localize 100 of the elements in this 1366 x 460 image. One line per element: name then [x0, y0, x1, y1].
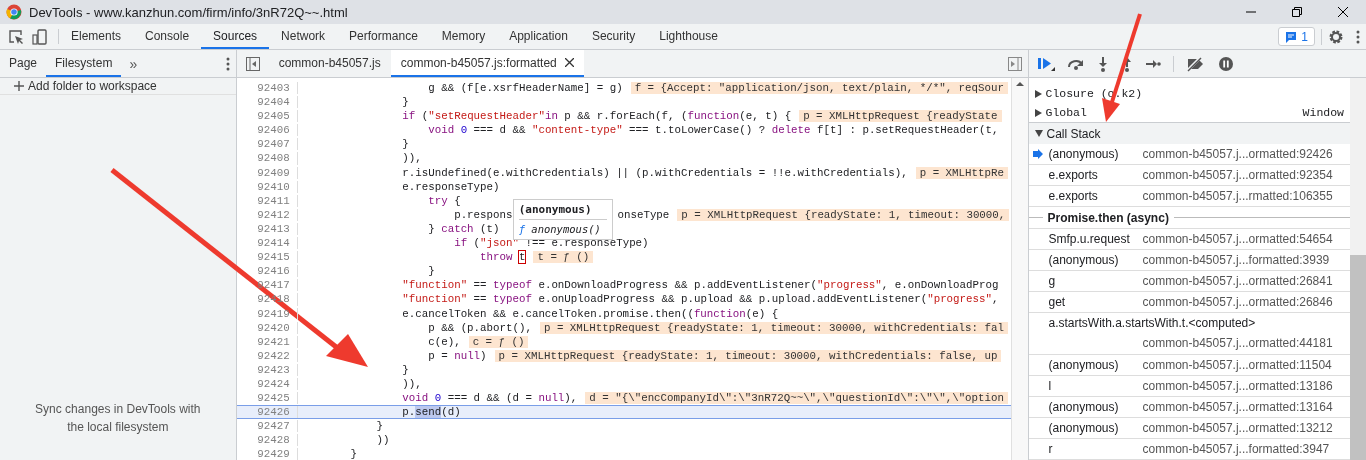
line-number: 92410 [236, 180, 298, 193]
line-number: 92406 [236, 124, 298, 137]
inspect-icon[interactable] [8, 28, 24, 45]
close-icon[interactable] [1338, 7, 1348, 17]
code-line: p.respons [453, 208, 513, 221]
line-number: 92421 [236, 335, 298, 348]
inline-value: c = ƒ () [468, 335, 529, 348]
scrollbar[interactable] [1010, 78, 1028, 460]
line-number: 92429 [236, 448, 298, 460]
line-number: 92412 [236, 208, 298, 221]
more-tabs-button[interactable]: » [121, 50, 146, 77]
line-number: 92420 [236, 321, 298, 334]
scope-value: Window [1302, 106, 1344, 119]
code-line: void 0 === d && "content-type" === t.toLowerCase() ? delete f[t] : p.setRequestHeader(t, [427, 124, 999, 137]
close-icon[interactable] [564, 58, 574, 67]
line-number: 92405 [236, 110, 298, 123]
device-toolbar-icon[interactable] [32, 28, 48, 45]
code-line: c(e), [427, 335, 461, 348]
line-number: 92404 [236, 96, 298, 109]
line-number: 92414 [236, 237, 298, 250]
code-line: p && (p.abort(), [427, 321, 532, 334]
window-title: DevTools - www.kanzhun.com/firm/info/3nR72Q~~.html [29, 4, 349, 20]
code-line: } [375, 420, 383, 433]
async-separator: Promise.then (async) [1047, 210, 1169, 225]
panel-tab[interactable]: Network [269, 24, 338, 49]
scope-name[interactable]: Global [1045, 106, 1299, 119]
tooltip-value: ƒ anonymous() [518, 222, 602, 237]
file-tab[interactable]: common-b45057.js:formatted [390, 50, 584, 77]
filesystem-hint: Sync changes in DevTools with the local filesystem [34, 401, 202, 436]
panel-tab[interactable]: Performance [337, 24, 430, 49]
inline-value: p = XMLHttpRequest {readyState: 1, timeout: 30000, withCredentials: false, up [494, 349, 1002, 362]
message-icon [1285, 30, 1298, 43]
scrollbar[interactable] [1350, 78, 1366, 460]
inline-value: f = {Accept: "application/json, text/plain, */*", reqSour [630, 82, 1008, 95]
line-number: 92428 [236, 434, 298, 447]
code-line: )), [401, 152, 422, 165]
deactivate-breakpoints-icon[interactable] [1185, 55, 1206, 72]
line-number: 92426 [236, 406, 298, 419]
code-line: )) [375, 434, 390, 447]
panel-tab[interactable]: Console [133, 24, 202, 49]
line-number: 92427 [236, 420, 298, 433]
panel-tab[interactable]: Security [579, 24, 648, 49]
inline-value: p = XMLHttpRequest {readyState [799, 110, 1002, 123]
line-number: 92419 [236, 307, 298, 320]
code-line: } [401, 138, 409, 151]
code-line: } [401, 363, 409, 376]
restore-icon[interactable] [1292, 7, 1302, 17]
navigator-tab[interactable]: Page [0, 50, 47, 77]
navigator-toggle-icon[interactable] [245, 56, 260, 71]
line-number: 92424 [236, 377, 298, 391]
panel-tab[interactable]: Application [497, 24, 580, 49]
code-line: r.isUndefined(e.withCredentials) || (p.withCredentials = !!e.withCredentials), [401, 166, 908, 179]
pause-on-exceptions-icon[interactable] [1217, 55, 1234, 72]
code-line: } [349, 448, 357, 460]
code-line: } [401, 96, 409, 109]
issues-badge[interactable]: 1 [1278, 27, 1315, 46]
line-number: 92425 [236, 392, 298, 405]
line-number: 92403 [236, 82, 298, 95]
inline-value: d = "{\"encCompanyId\":\"3nR72Q~~\",\"questionId\":\"\",\"option [585, 392, 1008, 405]
file-tab[interactable]: common-b45057.js [268, 50, 391, 77]
line-number: 92408 [236, 152, 298, 165]
line-number: 92416 [236, 265, 298, 278]
inline-value: p = XMLHttpRequest {readyState: 1, timeout: 30000, withCredentials: fal [539, 321, 1008, 334]
plus-icon [14, 81, 24, 91]
code-line: } [427, 265, 435, 278]
code-line: p.send(d) [401, 406, 461, 419]
expand-arrow-icon[interactable] [1034, 108, 1042, 117]
line-number: 92409 [236, 166, 298, 179]
code-line: throw t [479, 251, 526, 264]
tooltip-title: (anonymous) [518, 202, 607, 220]
expand-arrow-icon[interactable] [1034, 89, 1042, 98]
code-line: g && (f[e.xsrfHeaderName] = g) [427, 82, 623, 95]
debugger-toggle-icon[interactable] [1007, 56, 1022, 71]
code-line: } catch (t) [427, 222, 500, 236]
code-line: p = null) [427, 349, 487, 362]
line-number: 92423 [236, 363, 298, 376]
inline-value: t = ƒ () [533, 251, 594, 264]
panel-tab[interactable]: Lighthouse [647, 24, 730, 49]
line-number: 92407 [236, 138, 298, 151]
code-line: try { [427, 194, 461, 207]
line-number: 92413 [236, 222, 298, 236]
panel-tab[interactable]: Memory [429, 24, 498, 49]
line-number: 92415 [236, 251, 298, 264]
code-line: void 0 === d && (d = null), [401, 392, 578, 405]
step-icon[interactable] [1144, 57, 1161, 70]
code-line: "function" == typeof e.onDownloadProgress && p.addEventListener("progress", e.onDownloadProg [401, 279, 999, 292]
more-menu-icon[interactable] [225, 56, 230, 71]
code-line: e.cancelToken && e.cancelToken.promise.then((function(e) { [401, 307, 779, 320]
panel-tab[interactable]: Elements [59, 24, 134, 49]
inline-value: p = XMLHttpRe [915, 166, 1008, 179]
code-line: e.responseType) [401, 180, 500, 193]
code-line: "function" == typeof e.onUploadProgress && p.upload && p.upload.addEventListener("progress", [401, 293, 999, 306]
call-stack-header[interactable]: Call Stack [1028, 122, 1350, 144]
settings-icon[interactable] [1328, 28, 1344, 45]
line-number: 92422 [236, 349, 298, 362]
code-line: )), [401, 377, 422, 391]
add-folder-button[interactable]: Add folder to workspace [0, 78, 236, 95]
resume-icon[interactable] [1036, 55, 1055, 72]
current-frame-arrow-icon [1032, 149, 1043, 159]
more-menu-icon[interactable] [1356, 29, 1360, 44]
